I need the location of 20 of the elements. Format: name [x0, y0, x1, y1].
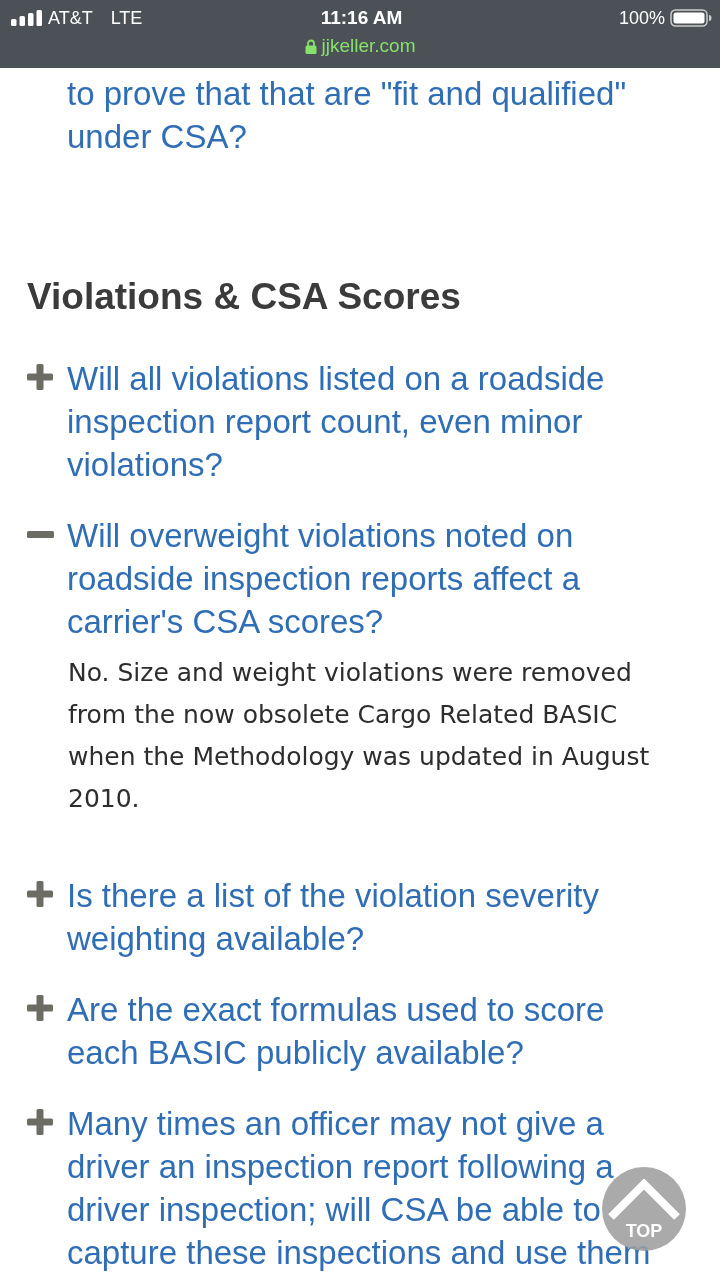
carrier-name: AT&T [48, 6, 93, 29]
faq-answer: No. Size and weight violations were removed from the now obsolete Cargo Related BASIC when the Methodology was updated in August 2010. [68, 657, 651, 815]
section-heading: Violations & CSA Scores [27, 275, 461, 319]
faq-question-link[interactable]: Will all violations listed on a roadside inspection report count, even minor violations? [67, 357, 679, 486]
plus-icon[interactable] [27, 995, 53, 1021]
faq-question-link[interactable]: to prove that that are "fit and qualified" under CSA? [67, 72, 679, 158]
plus-icon[interactable] [27, 364, 53, 390]
clock-time: 11:16 AM [320, 6, 403, 29]
faq-question-link[interactable]: Are the exact formulas used to score each BASIC publicly available? [67, 988, 679, 1074]
plus-icon[interactable] [27, 881, 53, 907]
battery-percentage: 100% [618, 6, 665, 29]
faq-question-link[interactable]: Is there a list of the violation severity weighting available? [67, 874, 679, 960]
network-type: LTE [110, 6, 143, 29]
site-address: jjkeller.com [321, 35, 416, 57]
signal-icon [11, 9, 42, 26]
faq-question-link[interactable]: Will overweight violations noted on roadside inspection reports affect a carrier's CSA scores? [67, 514, 679, 643]
plus-icon[interactable] [27, 1109, 53, 1135]
chevron-up-icon [607, 1179, 681, 1221]
lock-icon [304, 38, 317, 54]
battery-icon [670, 8, 712, 27]
